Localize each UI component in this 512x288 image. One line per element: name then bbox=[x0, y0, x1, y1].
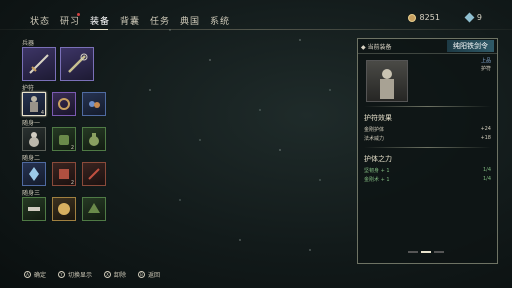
item-portrait bbox=[366, 60, 408, 102]
tab-codex[interactable]: 典国 bbox=[180, 14, 210, 27]
nav-divider bbox=[0, 29, 512, 30]
accessory-slot-scroll[interactable] bbox=[22, 197, 46, 221]
amulet-slot-selected[interactable]: 4 bbox=[22, 92, 46, 116]
stat-name: 金刚护体 bbox=[364, 127, 385, 133]
stat-row: 法术威力 +18 bbox=[358, 134, 497, 143]
bottle-icon bbox=[89, 133, 99, 146]
tab-study-label: 研习 bbox=[60, 17, 81, 27]
accessory-slot-dice[interactable]: 2 bbox=[52, 162, 76, 186]
pager-dot[interactable] bbox=[421, 251, 431, 253]
stat-value: +24 bbox=[480, 126, 491, 132]
power-title: 护体之力 bbox=[364, 155, 392, 163]
power-name: 坚韧身 + 1 bbox=[364, 168, 390, 174]
power-row: 坚韧身 + 1 1/4 bbox=[358, 166, 497, 175]
power-value: 1/4 bbox=[482, 176, 491, 182]
equipment-panel: 兵器 护符 4 随身一 2 随身二 2 随身三 bbox=[22, 38, 122, 223]
gem-amount: 9 bbox=[476, 13, 482, 22]
hint-back[interactable]: B 返回 bbox=[138, 270, 160, 279]
bracelet-icon bbox=[58, 98, 70, 110]
statue-icon bbox=[380, 69, 394, 99]
item-meta: 上品 护符 bbox=[481, 57, 491, 73]
accessory2-section-label: 随身二 bbox=[22, 155, 41, 162]
b-button-icon: B bbox=[138, 271, 146, 278]
staff-icon bbox=[68, 53, 88, 73]
pouch-icon bbox=[59, 135, 69, 145]
divider bbox=[364, 106, 491, 107]
a-button-icon: A bbox=[24, 271, 31, 278]
dice-icon bbox=[59, 169, 69, 179]
tab-equipment[interactable]: 装备 bbox=[90, 14, 120, 30]
slot-count: 2 bbox=[70, 145, 74, 151]
accessory-slot-hat[interactable] bbox=[82, 197, 106, 221]
coin-amount: 8251 bbox=[419, 13, 440, 22]
statue-amulet-icon bbox=[30, 96, 38, 112]
slot-count: 4 bbox=[40, 110, 44, 116]
hint-toggle-display[interactable]: Y 切换显示 bbox=[58, 270, 92, 279]
dagger-icon bbox=[88, 168, 100, 180]
weapon-slot-sword[interactable] bbox=[22, 47, 56, 81]
item-grade: 上品 bbox=[480, 58, 491, 64]
amulet-section-label: 护符 bbox=[22, 85, 35, 92]
gourd-icon bbox=[29, 132, 39, 147]
accessory-slot-crystal[interactable] bbox=[22, 162, 46, 186]
detail-header: ◆ 当前装备 纯阳铁剑令 bbox=[358, 39, 497, 54]
item-detail-panel: ◆ 当前装备 纯阳铁剑令 上品 护符 护符效果 金刚护体 +24 法术威力 +18 … bbox=[357, 38, 498, 264]
hint-label: 确定 bbox=[34, 272, 47, 279]
power-value: 1/4 bbox=[482, 167, 491, 173]
scroll-icon bbox=[28, 207, 40, 211]
control-hints: A 确定 Y 切换显示 X 卸除 B 返回 bbox=[24, 270, 160, 279]
accessory1-section-label: 随身一 bbox=[22, 120, 41, 127]
tab-status[interactable]: 状态 bbox=[30, 14, 60, 27]
stat-row: 金刚护体 +24 bbox=[358, 125, 497, 134]
item-name: 纯阳铁剑令 bbox=[447, 40, 494, 52]
detail-pager[interactable] bbox=[408, 251, 444, 253]
accessory-slot-pouch[interactable]: 2 bbox=[52, 127, 76, 151]
item-type: 护符 bbox=[480, 66, 491, 72]
tab-study[interactable]: 研习 bbox=[60, 13, 90, 27]
stat-value: +18 bbox=[480, 135, 491, 141]
accessory-slot-bracelet[interactable] bbox=[52, 92, 76, 116]
notification-dot bbox=[77, 13, 80, 16]
tab-bag[interactable]: 背囊 bbox=[120, 14, 150, 27]
gem-counter: 9 bbox=[464, 12, 482, 23]
pager-dot[interactable] bbox=[408, 251, 418, 253]
slot-count: 2 bbox=[70, 180, 74, 186]
current-equipped-label: ◆ 当前装备 bbox=[361, 43, 392, 51]
currency-bar: 8251 9 bbox=[407, 12, 482, 23]
x-button-icon: X bbox=[104, 271, 112, 278]
divider bbox=[364, 147, 491, 148]
hint-label: 卸除 bbox=[114, 272, 127, 279]
effect-title: 护符效果 bbox=[364, 114, 392, 122]
accessory-slot-dagger[interactable] bbox=[82, 162, 106, 186]
tab-system[interactable]: 系统 bbox=[210, 14, 240, 27]
accessory-slot-ornament[interactable] bbox=[82, 92, 106, 116]
ornament-icon bbox=[89, 101, 100, 108]
power-row: 金刚术 + 1 1/4 bbox=[358, 175, 497, 184]
crystal-icon bbox=[29, 167, 39, 181]
accessory-slot-orb[interactable] bbox=[52, 197, 76, 221]
hat-icon bbox=[88, 203, 100, 213]
weapon-slot-staff[interactable] bbox=[60, 47, 94, 81]
coin-counter: 8251 bbox=[407, 13, 440, 22]
orb-icon bbox=[58, 203, 70, 215]
stat-name: 法术威力 bbox=[364, 136, 385, 142]
tab-quests[interactable]: 任务 bbox=[150, 14, 180, 27]
power-name: 金刚术 + 1 bbox=[364, 177, 390, 183]
top-nav: 状态 研习 装备 背囊 任务 典国 系统 bbox=[30, 13, 240, 30]
accessory3-section-label: 随身三 bbox=[22, 190, 41, 197]
weapon-section-label: 兵器 bbox=[22, 40, 35, 47]
gem-icon bbox=[464, 12, 475, 23]
hint-label: 返回 bbox=[148, 272, 161, 279]
accessory-slot-gourd[interactable] bbox=[22, 127, 46, 151]
y-button-icon: Y bbox=[58, 271, 66, 278]
pager-dot[interactable] bbox=[434, 251, 444, 253]
hint-confirm[interactable]: A 确定 bbox=[24, 270, 46, 279]
hint-unequip[interactable]: X 卸除 bbox=[104, 270, 126, 279]
coin-icon bbox=[407, 13, 416, 22]
sword-icon bbox=[29, 54, 49, 74]
accessory-slot-bottle[interactable] bbox=[82, 127, 106, 151]
hint-label: 切换显示 bbox=[68, 272, 93, 279]
